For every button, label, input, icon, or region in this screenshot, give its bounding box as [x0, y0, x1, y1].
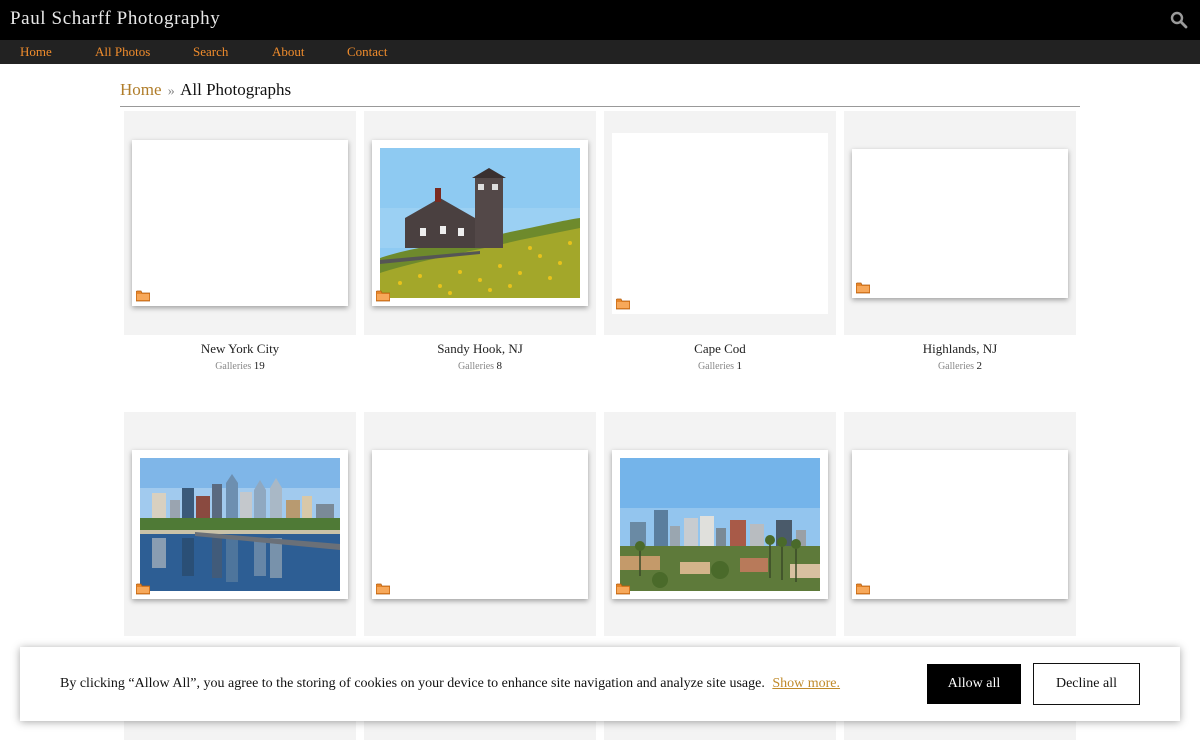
decline-all-button[interactable]: Decline all — [1033, 663, 1140, 705]
gallery-count-value: 19 — [253, 360, 265, 372]
gallery-thumbnail[interactable] — [852, 149, 1068, 298]
gallery-count-label: Galleries — [937, 361, 975, 372]
folder-icon — [375, 289, 391, 302]
nav-search[interactable]: Search — [193, 44, 228, 60]
gallery-thumbnail[interactable] — [612, 450, 828, 599]
cookie-message: By clicking “Allow All”, you agree to th… — [60, 676, 840, 692]
allow-all-button[interactable]: Allow all — [927, 664, 1021, 704]
city-skyline-river-photo — [140, 458, 340, 591]
gallery-thumbnail[interactable] — [852, 450, 1068, 599]
gallery-thumbnail[interactable] — [612, 133, 828, 314]
page-title: All Photographs — [180, 80, 292, 99]
lighthouse-station-photo — [380, 148, 580, 298]
main-nav: Home All Photos Search About Contact — [0, 40, 1200, 64]
folder-icon — [615, 297, 631, 310]
folder-icon — [855, 281, 871, 294]
gallery-thumbnail[interactable] — [132, 140, 348, 306]
search-icon[interactable] — [1170, 11, 1188, 29]
gallery-name[interactable]: Highlands, NJ — [844, 341, 1076, 357]
desert-city-skyline-photo — [620, 458, 820, 591]
cookie-message-text: By clicking “Allow All”, you agree to th… — [60, 676, 765, 691]
nav-all-photos[interactable]: All Photos — [95, 44, 150, 60]
breadcrumb-separator: » — [167, 84, 175, 99]
breadcrumb-home-link[interactable]: Home — [120, 80, 162, 99]
nav-home[interactable]: Home — [20, 44, 52, 60]
nav-contact[interactable]: Contact — [347, 44, 387, 60]
gallery-count-label: Galleries — [457, 361, 495, 372]
folder-icon — [855, 582, 871, 595]
gallery-count: Galleries 1 — [604, 360, 836, 372]
gallery-thumbnail[interactable] — [372, 450, 588, 599]
folder-icon — [135, 289, 151, 302]
gallery-thumbnail[interactable] — [132, 450, 348, 599]
gallery-name[interactable]: Sandy Hook, NJ — [364, 341, 596, 357]
gallery-count-label: Galleries — [697, 361, 735, 372]
gallery-count-value: 2 — [976, 360, 983, 372]
nav-about[interactable]: About — [272, 44, 305, 60]
gallery-count-label: Galleries — [215, 361, 252, 372]
gallery-name[interactable]: Cape Cod — [604, 341, 836, 357]
gallery-count: Galleries 19 — [124, 360, 356, 372]
folder-icon — [135, 582, 151, 595]
folder-icon — [375, 582, 391, 595]
gallery-count-value: 1 — [736, 360, 743, 372]
gallery-count-value: 8 — [496, 360, 503, 372]
site-header: Paul Scharff Photography — [0, 0, 1200, 40]
site-title[interactable]: Paul Scharff Photography — [10, 8, 220, 30]
show-more-link[interactable]: Show more. — [772, 676, 840, 691]
breadcrumb: Home » All Photographs — [120, 80, 1080, 107]
gallery-name[interactable]: New York City — [124, 341, 356, 357]
gallery-count: Galleries 8 — [364, 360, 596, 372]
folder-icon — [615, 582, 631, 595]
gallery-thumbnail[interactable] — [372, 140, 588, 306]
gallery-count: Galleries 2 — [844, 360, 1076, 372]
cookie-consent-banner: By clicking “Allow All”, you agree to th… — [20, 647, 1180, 721]
